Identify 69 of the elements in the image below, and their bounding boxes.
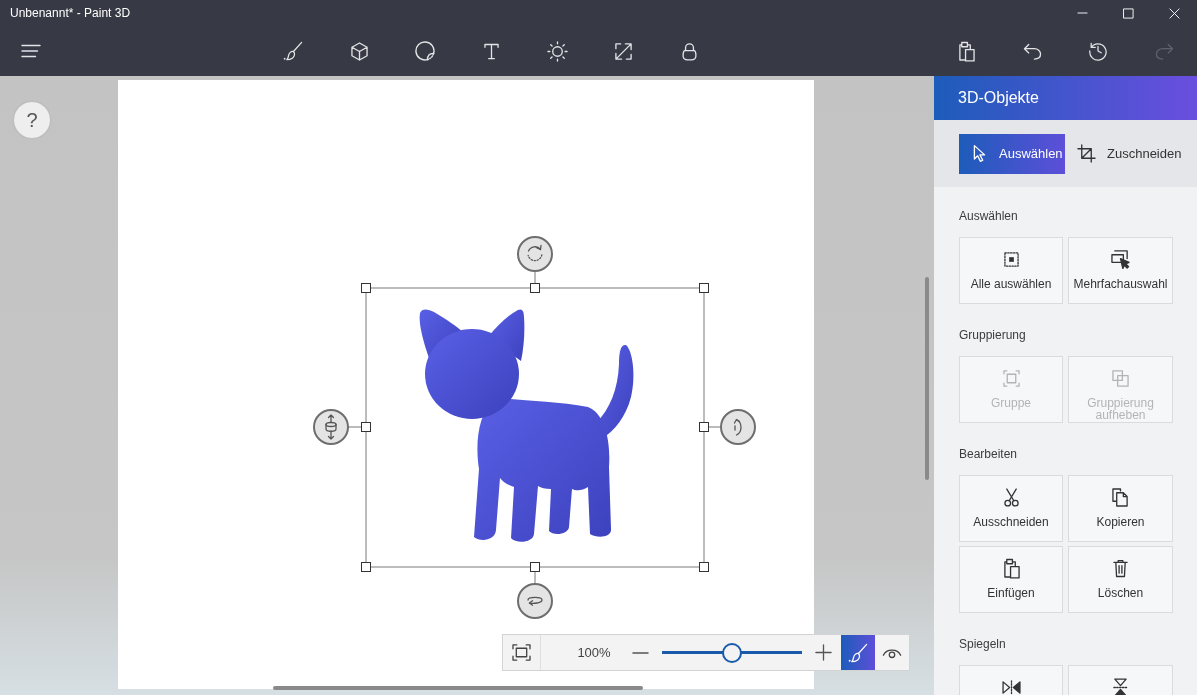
sun-icon — [546, 40, 568, 62]
flip-vertical-icon — [1113, 677, 1128, 695]
depth-handle[interactable] — [313, 409, 349, 445]
maximize-icon — [1122, 7, 1134, 19]
resize-handle[interactable] — [699, 283, 709, 293]
vertical-scrollbar[interactable] — [925, 277, 929, 480]
select-all-icon — [1003, 251, 1019, 267]
copy-icon — [1112, 487, 1129, 507]
section-heading: Gruppierung — [959, 327, 1026, 344]
mode-tab[interactable]: Auswählen — [959, 133, 1065, 174]
minus-icon — [631, 651, 649, 654]
action-button[interactable]: Kopieren — [1068, 475, 1173, 542]
ungroup-icon — [1112, 369, 1129, 387]
resize-handle[interactable] — [699, 562, 709, 572]
action-button[interactable]: Ausschneiden — [959, 475, 1063, 542]
sticker-icon — [415, 41, 435, 61]
resize-handle[interactable] — [530, 562, 540, 572]
menu-icon — [21, 44, 41, 58]
multi-select-icon — [1111, 249, 1130, 269]
brush-icon — [848, 642, 868, 663]
paint-mode-button[interactable] — [841, 635, 875, 670]
panel-title: 3D-Objekte — [958, 89, 1039, 107]
text-icon — [483, 42, 499, 60]
padlock-icon — [681, 41, 697, 61]
up-down-arrow-icon — [325, 414, 337, 440]
help-button[interactable]: ? — [14, 102, 50, 138]
resize-handle[interactable] — [699, 422, 709, 432]
trash-icon — [1113, 558, 1128, 578]
scissors-icon — [1003, 487, 1019, 507]
section-heading: Auswählen — [959, 208, 1018, 225]
resize-handle[interactable] — [530, 283, 540, 293]
oval-arrow-icon — [527, 596, 543, 606]
close-icon — [1168, 7, 1180, 19]
plus-icon — [814, 644, 832, 661]
window-title: Unbenannt* - Paint 3D — [9, 6, 131, 20]
circular-arrow-icon — [527, 244, 543, 262]
minimize-icon — [1076, 12, 1088, 14]
curved-arrow-icon — [733, 418, 742, 436]
paste-icon — [1002, 557, 1020, 579]
resize-handle[interactable] — [361, 422, 371, 432]
section-heading: Spiegeln — [959, 636, 1006, 653]
connector-line — [708, 426, 721, 428]
rotate-handle[interactable] — [517, 236, 553, 272]
cat-model[interactable] — [419, 309, 634, 542]
fit-to-screen-icon — [512, 644, 531, 661]
crop-icon — [1077, 144, 1096, 163]
action-button[interactable]: Mehrfachauswahl — [1068, 237, 1173, 304]
mode-tab[interactable]: Zuschneiden — [1065, 133, 1192, 174]
connector-line — [534, 571, 536, 584]
cube-icon — [350, 41, 368, 61]
rotate-handle[interactable] — [720, 409, 756, 445]
section-heading: Bearbeiten — [959, 446, 1018, 463]
horizontal-scrollbar[interactable] — [273, 686, 643, 690]
resize-handle[interactable] — [361, 562, 371, 572]
zoom-in-button[interactable] — [812, 641, 834, 664]
action-button[interactable]: Löschen — [1068, 546, 1173, 613]
resize-handle[interactable] — [361, 283, 371, 293]
group-icon — [1002, 369, 1020, 387]
flip-horizontal-icon — [1001, 679, 1021, 695]
action-button[interactable]: Alle auswählen — [959, 237, 1063, 304]
connector-line — [348, 426, 362, 428]
rotate-handle[interactable] — [517, 583, 553, 619]
connector-line — [534, 271, 536, 284]
action-button[interactable]: Einfügen — [959, 546, 1063, 613]
zoom-level-text: 100% — [576, 645, 612, 660]
slider-thumb[interactable] — [722, 642, 742, 663]
brush-icon — [283, 41, 303, 61]
pointer-icon — [973, 144, 986, 163]
diagonal-arrows-icon — [613, 41, 633, 61]
